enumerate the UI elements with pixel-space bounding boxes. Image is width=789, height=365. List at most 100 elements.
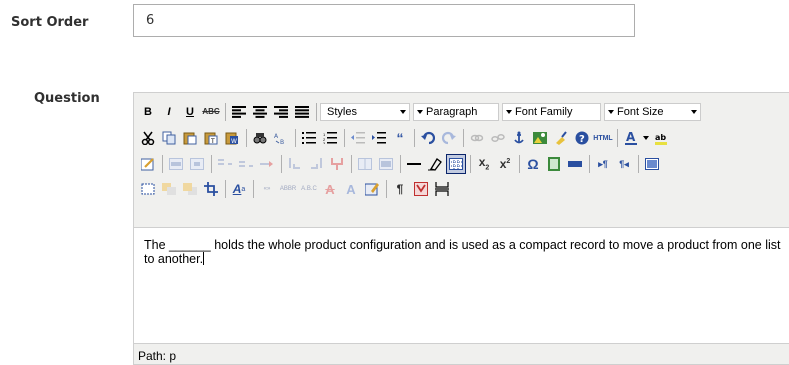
blockquote-icon[interactable]: “ [390, 128, 410, 148]
redo-icon[interactable] [439, 128, 459, 148]
image-icon[interactable] [530, 128, 550, 148]
toolbar-separator [638, 155, 639, 173]
deletion-icon[interactable]: A [320, 179, 340, 199]
style-props-icon[interactable]: Aa [229, 179, 249, 199]
styles-dropdown[interactable]: Styles [320, 103, 410, 121]
chevron-down-icon [605, 104, 617, 120]
unlink-icon[interactable] [488, 128, 508, 148]
toolbar-separator [414, 129, 415, 147]
strikethrough-icon[interactable]: ABC [201, 102, 221, 122]
cleanup-icon[interactable] [551, 128, 571, 148]
cut-icon[interactable] [138, 128, 158, 148]
font-size-dropdown-label: Font Size [617, 106, 664, 118]
svg-text:A: A [626, 130, 636, 144]
chevron-down-icon [414, 104, 426, 120]
editor-status-path: Path: p [138, 349, 177, 363]
paste-word-icon[interactable]: W [222, 128, 242, 148]
styles-dropdown-label: Styles [327, 106, 357, 118]
row-before-icon[interactable] [215, 154, 235, 174]
col-before-icon[interactable] [285, 154, 305, 174]
highlight-color-icon[interactable]: ab [651, 128, 671, 148]
abbreviation-icon[interactable]: ABBR [278, 179, 298, 199]
font-family-dropdown-label: Font Family [515, 106, 573, 118]
delete-col-icon[interactable] [327, 154, 347, 174]
svg-text:B: B [280, 139, 284, 145]
outdent-icon[interactable] [348, 128, 368, 148]
html-source-icon[interactable]: HTML [593, 128, 613, 148]
edit-table-icon[interactable] [138, 154, 158, 174]
find-icon[interactable] [250, 128, 270, 148]
bullet-list-icon[interactable] [299, 128, 319, 148]
link-icon[interactable] [467, 128, 487, 148]
insert-layer-icon[interactable] [138, 179, 158, 199]
toolbar-separator [351, 155, 352, 173]
sort-order-input[interactable] [133, 4, 635, 37]
paste-text-icon[interactable]: T [201, 128, 221, 148]
anchor-icon[interactable] [509, 128, 529, 148]
fullscreen-icon[interactable] [642, 154, 662, 174]
paste-icon[interactable] [180, 128, 200, 148]
visual-chars-icon[interactable]: ¶ [390, 179, 410, 199]
chevron-down-icon [397, 104, 409, 120]
align-left-icon[interactable] [229, 102, 249, 122]
row-props-icon[interactable] [166, 154, 186, 174]
toolbar-separator [617, 129, 618, 147]
move-forward-icon[interactable] [159, 179, 179, 199]
move-backward-icon[interactable] [180, 179, 200, 199]
merge-cells-icon[interactable] [376, 154, 396, 174]
font-family-dropdown[interactable]: Font Family [502, 103, 601, 121]
font-size-dropdown[interactable]: Font Size [604, 103, 701, 121]
special-char-icon[interactable]: Ω [523, 154, 543, 174]
format-dropdown[interactable]: Paragraph [413, 103, 499, 121]
underline-icon[interactable]: U [180, 102, 200, 122]
remove-format-icon[interactable] [425, 154, 445, 174]
attributes-icon[interactable] [362, 179, 382, 199]
cell-props-icon[interactable] [187, 154, 207, 174]
toolbar-separator [344, 129, 345, 147]
insertion-icon[interactable]: A [341, 179, 361, 199]
subscript-icon[interactable]: x2 [474, 154, 494, 174]
text-color-icon[interactable]: A [621, 128, 641, 148]
ltr-icon[interactable]: ▸¶ [593, 154, 613, 174]
copy-icon[interactable] [159, 128, 179, 148]
bold-icon[interactable]: B [138, 102, 158, 122]
media-icon[interactable] [544, 154, 564, 174]
absolute-position-icon[interactable] [201, 179, 221, 199]
indent-icon[interactable] [369, 128, 389, 148]
superscript-icon[interactable]: x2 [495, 154, 515, 174]
numbered-list-icon[interactable]: 123 [320, 128, 340, 148]
replace-icon[interactable]: AB [271, 128, 291, 148]
split-cells-icon[interactable] [355, 154, 375, 174]
align-justify-icon[interactable] [292, 102, 312, 122]
visual-aid-icon[interactable] [446, 154, 466, 174]
help-icon[interactable]: ? [572, 128, 592, 148]
toolbar-separator [589, 155, 590, 173]
toolbar-separator [246, 129, 247, 147]
page-break-icon[interactable] [432, 179, 452, 199]
nonbreaking-space-icon[interactable] [565, 154, 585, 174]
undo-icon[interactable] [418, 128, 438, 148]
svg-text:?: ? [579, 134, 585, 145]
col-after-icon[interactable] [306, 154, 326, 174]
delete-row-icon[interactable] [257, 154, 277, 174]
toolbar-separator [281, 155, 282, 173]
sort-order-label: Sort Order [11, 15, 89, 30]
row-after-icon[interactable] [236, 154, 256, 174]
svg-text:A: A [274, 133, 279, 140]
cite-icon[interactable]: «» [257, 179, 277, 199]
svg-text:T: T [210, 138, 215, 145]
horizontal-rule-icon[interactable] [404, 154, 424, 174]
acronym-icon[interactable]: A.B.C [299, 179, 319, 199]
toolbar-separator [211, 155, 212, 173]
toolbar-separator [386, 180, 387, 198]
editor-content-area[interactable]: The ______ holds the whole product confi… [134, 227, 789, 344]
toolbar-separator [470, 155, 471, 173]
template-icon[interactable] [411, 179, 431, 199]
rtl-icon[interactable]: ¶◂ [614, 154, 634, 174]
align-right-icon[interactable] [271, 102, 291, 122]
toolbar-row-2: T W AB 123 “ ? HTML A ab [138, 126, 672, 150]
chevron-down-icon[interactable] [642, 128, 650, 148]
italic-icon[interactable]: I [159, 102, 179, 122]
chevron-down-icon [688, 104, 700, 120]
align-center-icon[interactable] [250, 102, 270, 122]
